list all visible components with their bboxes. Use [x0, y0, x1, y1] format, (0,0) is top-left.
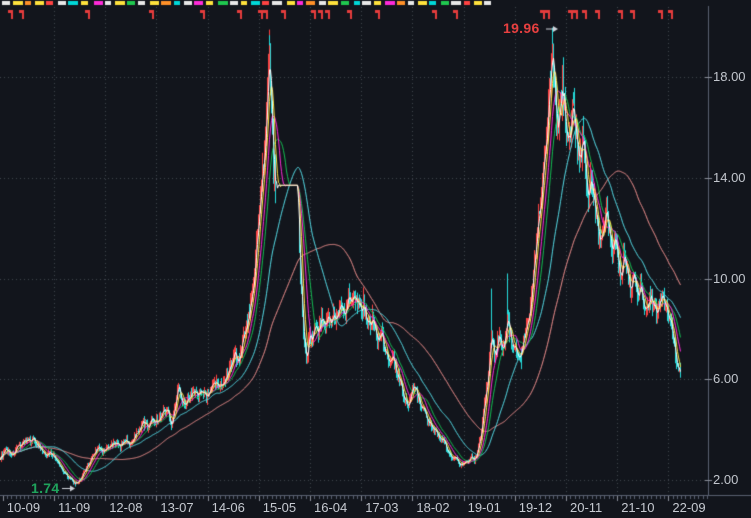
- y-axis-label: 2.00: [713, 472, 739, 487]
- y-axis-label: 14.00: [713, 169, 746, 185]
- y-axis-label: 6.00: [713, 371, 739, 387]
- x-axis-label: 14-06: [211, 500, 245, 515]
- price-chart-canvas[interactable]: [0, 0, 751, 518]
- x-axis-label: 15-05: [262, 500, 297, 515]
- x-axis-label: 13-07: [160, 500, 194, 515]
- x-axis-label: 21-10: [621, 500, 655, 515]
- x-axis-label: 11-09: [58, 500, 91, 515]
- x-axis-label: 22-09: [672, 500, 706, 515]
- x-axis-label: 16-04: [314, 500, 348, 515]
- x-axis-label: 10-09: [6, 500, 41, 515]
- x-axis-label: 18-02: [416, 500, 450, 515]
- x-axis-label: 19-01: [467, 500, 501, 515]
- y-axis-label: 10.00: [713, 270, 746, 286]
- stock-chart-window: 19.96 1.74 10-09 11-09 12-08 13-07 14-06 15-0…: [0, 0, 751, 518]
- x-axis-label: 19-12: [518, 500, 553, 515]
- x-axis-label: 20-11: [570, 500, 603, 515]
- annotation-high-price: 19.96: [503, 20, 540, 36]
- annotation-low-price: 1.74: [31, 480, 60, 496]
- x-axis-label: 12-08: [109, 500, 143, 515]
- y-axis-label: 18.00: [713, 69, 746, 84]
- x-axis-label: 17-03: [365, 500, 399, 515]
